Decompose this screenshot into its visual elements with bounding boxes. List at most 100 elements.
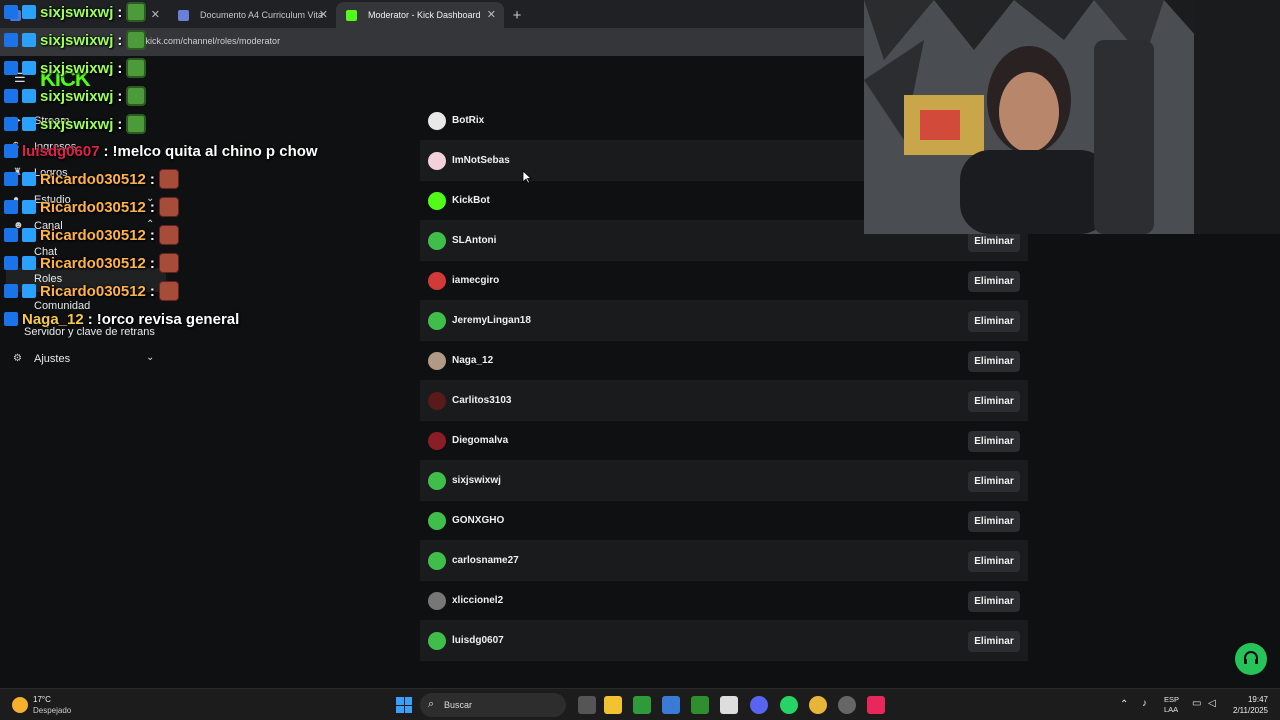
sidebar-item-ajustes[interactable]: ⚙ Ajustes ⌄ <box>0 348 170 370</box>
new-tab-icon[interactable]: + <box>504 2 530 28</box>
remove-moderator-button[interactable]: Eliminar <box>968 351 1020 372</box>
chevron-down-icon[interactable]: ⌄ <box>146 352 154 363</box>
moderator-username[interactable]: Diegomalva <box>452 435 508 446</box>
task-view-icon[interactable] <box>578 696 596 714</box>
tab-close-icon[interactable]: ✕ <box>487 8 496 21</box>
excel-icon[interactable] <box>691 696 709 714</box>
store-icon[interactable] <box>662 696 680 714</box>
tab-close-icon[interactable]: ✕ <box>319 8 328 21</box>
tab-close-icon[interactable]: ✕ <box>151 8 160 21</box>
chevron-down-icon[interactable]: ⌄ <box>146 193 154 204</box>
browser-tab-3[interactable]: Moderator - Kick Dashboard ✕ <box>336 2 504 28</box>
volume-icon[interactable]: ◁ <box>1208 698 1216 709</box>
kick-logo[interactable]: KICK <box>40 66 91 92</box>
avatar[interactable] <box>428 512 446 530</box>
avatar[interactable] <box>428 352 446 370</box>
language-code[interactable]: ESP <box>1164 695 1179 704</box>
address-bar[interactable]: d.kick.com/channel/roles/moderator <box>0 28 864 56</box>
taskbar-clock[interactable]: 19:47 2/11/2025 <box>1233 694 1268 716</box>
taskbar-search[interactable]: ⌕ Buscar <box>420 693 566 717</box>
remove-moderator-button[interactable]: Eliminar <box>968 271 1020 292</box>
sidebar-subitem-chat[interactable]: Chat <box>34 246 57 258</box>
moderator-username[interactable]: Naga_12 <box>452 355 493 366</box>
file-explorer-icon[interactable] <box>604 696 622 714</box>
network-icon[interactable]: ▭ <box>1192 698 1201 709</box>
browser-tab-1[interactable]: ✕ <box>0 2 168 28</box>
moderator-row: Diegomalva Eliminar <box>420 421 1028 461</box>
mic-icon: ● <box>13 194 20 205</box>
remove-moderator-button[interactable]: Eliminar <box>968 631 1020 652</box>
webcam-feed <box>864 0 1280 234</box>
remove-moderator-button[interactable]: Eliminar <box>968 311 1020 332</box>
obs-icon[interactable] <box>838 696 856 714</box>
avatar[interactable] <box>428 192 446 210</box>
windows-start-icon[interactable] <box>396 697 412 713</box>
discord-icon[interactable] <box>750 696 768 714</box>
moderator-username[interactable]: iamecgiro <box>452 275 499 286</box>
moderator-username[interactable]: KickBot <box>452 195 490 206</box>
moderator-username[interactable]: sixjswixwj <box>452 475 501 486</box>
sidebar-item-logros[interactable]: ♜ Logros <box>0 162 170 184</box>
moderator-username[interactable]: carlosname27 <box>452 555 519 566</box>
remove-moderator-button[interactable]: Eliminar <box>968 551 1020 572</box>
avatar[interactable] <box>428 232 446 250</box>
moderator-username[interactable]: BotRix <box>452 115 484 126</box>
chevron-up-icon[interactable]: ⌃ <box>146 219 154 230</box>
notepad-icon[interactable] <box>720 696 738 714</box>
avatar[interactable] <box>428 592 446 610</box>
remove-moderator-button[interactable]: Eliminar <box>968 391 1020 412</box>
microphone-icon[interactable]: ♪ <box>1142 698 1147 709</box>
sidebar-subitem-servidor[interactable]: Servidor y clave de retrans <box>24 326 155 338</box>
tiktok-icon[interactable] <box>867 696 885 714</box>
chrome-icon[interactable] <box>809 696 827 714</box>
avatar[interactable] <box>428 272 446 290</box>
moon-weather-icon[interactable] <box>12 697 28 713</box>
search-icon: ⌕ <box>428 698 435 710</box>
sidebar-item-stream[interactable]: ▶ Stream <box>0 110 170 132</box>
menu-icon[interactable]: ☰ <box>14 70 26 86</box>
moderator-username[interactable]: ImNotSebas <box>452 155 510 166</box>
moderator-username[interactable]: JeremyLingan18 <box>452 315 531 326</box>
avatar[interactable] <box>428 632 446 650</box>
trophy-icon: ♜ <box>13 167 22 178</box>
avatar[interactable] <box>428 552 446 570</box>
moderator-row: Carlitos3103 Eliminar <box>420 381 1028 421</box>
avatar[interactable] <box>428 112 446 130</box>
remove-moderator-button[interactable]: Eliminar <box>968 471 1020 492</box>
avatar[interactable] <box>428 472 446 490</box>
weather-temperature[interactable]: 17°C <box>33 695 51 704</box>
gear-icon: ⚙ <box>13 353 22 364</box>
moderator-row: sixjswixwj Eliminar <box>420 461 1028 501</box>
tray-chevron-up-icon[interactable]: ⌃ <box>1120 699 1128 710</box>
moderator-row: Naga_12 Eliminar <box>420 341 1028 381</box>
sidebar-item-ingresos[interactable]: $ Ingresos <box>0 136 170 158</box>
moderator-username[interactable]: GONXGHO <box>452 515 504 526</box>
avatar[interactable] <box>428 152 446 170</box>
headset-icon <box>1244 651 1258 664</box>
moderator-username[interactable]: SLAntoni <box>452 235 496 246</box>
avatar[interactable] <box>428 432 446 450</box>
moderator-row: JeremyLingan18 Eliminar <box>420 301 1028 341</box>
moderator-username[interactable]: luisdg0607 <box>452 635 504 646</box>
remove-moderator-button[interactable]: Eliminar <box>968 591 1020 612</box>
browser-tab-2[interactable]: Documento A4 Curriculum Vita ✕ <box>168 2 336 28</box>
moderator-username[interactable]: xliccionel2 <box>452 595 503 606</box>
avatar[interactable] <box>428 392 446 410</box>
xbox-icon[interactable] <box>633 696 651 714</box>
remove-moderator-button[interactable]: Eliminar <box>968 231 1020 252</box>
sidebar-subitem-comunidad[interactable]: Comunidad <box>34 300 90 312</box>
language-layout[interactable]: LAA <box>1164 705 1178 714</box>
url-text[interactable]: d.kick.com/channel/roles/moderator <box>138 36 280 46</box>
avatar[interactable] <box>428 312 446 330</box>
sidebar-item-estudio[interactable]: ● Estudio ⌄ <box>0 189 170 211</box>
sidebar-item-label: Estudio <box>34 194 71 206</box>
remove-moderator-button[interactable]: Eliminar <box>968 511 1020 532</box>
moderator-username[interactable]: Carlitos3103 <box>452 395 511 406</box>
sidebar-item-canal[interactable]: ☻ Canal ⌃ <box>0 215 170 237</box>
help-chat-button[interactable] <box>1235 643 1267 675</box>
remove-moderator-button[interactable]: Eliminar <box>968 431 1020 452</box>
clock-date: 2/11/2025 <box>1233 706 1268 715</box>
sidebar-subitem-roles[interactable]: Roles <box>34 273 62 285</box>
whatsapp-icon[interactable] <box>780 696 798 714</box>
weather-condition[interactable]: Despejado <box>33 706 71 715</box>
